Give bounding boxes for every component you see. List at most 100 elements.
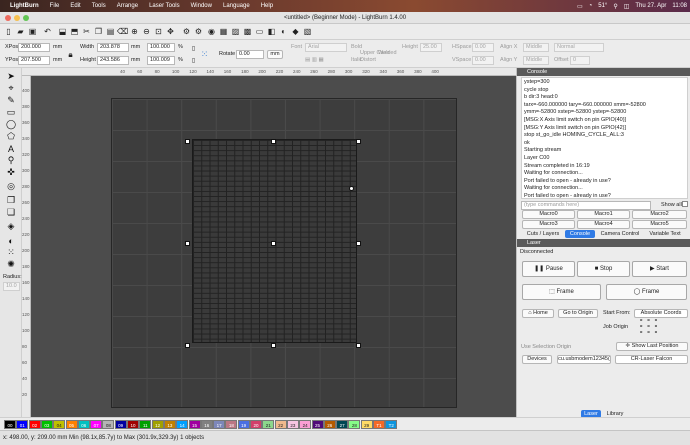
macro5-button[interactable]: Macro5 [632, 220, 687, 229]
alignx-select[interactable]: Middle [523, 43, 549, 52]
tab-cuts-layers[interactable]: Cuts / Layers [523, 230, 563, 238]
rotate-input[interactable]: 0.00 [236, 50, 264, 59]
search-icon[interactable]: ⚲ [613, 3, 617, 10]
weld-icon[interactable]: ◈ [5, 221, 17, 232]
show-all-checkbox[interactable] [682, 201, 688, 207]
wifi-icon[interactable]: ◔ [589, 3, 593, 9]
go-to-origin-button[interactable]: Go to Origin [558, 309, 598, 318]
boolean-icon[interactable]: ◐ [5, 235, 17, 246]
layer-color-swatch[interactable]: 12 [151, 420, 164, 429]
selection-handle-mr[interactable] [356, 241, 361, 246]
tab-console[interactable]: Console [565, 230, 595, 238]
zoom-window-icon[interactable] [23, 15, 29, 21]
layer-color-swatch[interactable]: 09 [114, 420, 127, 429]
layer-color-swatch[interactable]: 11 [139, 420, 152, 429]
device-settings-icon[interactable]: ⚙ [193, 26, 204, 37]
import-icon[interactable]: ⬓ [57, 26, 68, 37]
scale-height-input[interactable]: 100.009 [147, 56, 175, 65]
menu-window[interactable]: Window [191, 3, 212, 9]
menu-tools[interactable]: Tools [92, 3, 106, 9]
battery-icon[interactable]: ▭ [577, 3, 583, 10]
layer-color-swatch[interactable]: 17 [213, 420, 226, 429]
layer-color-swatch[interactable]: 07 [90, 420, 103, 429]
paste-icon[interactable]: ▤ [105, 26, 116, 37]
control-center-icon[interactable]: ◫ [624, 3, 630, 10]
ellipse-icon[interactable]: ◯ [5, 119, 17, 130]
offset-input[interactable]: 0 [570, 56, 590, 65]
devices-button[interactable]: Devices [522, 355, 552, 364]
layer-color-swatch[interactable]: 01 [16, 420, 29, 429]
aligny-select[interactable]: Middle [523, 56, 549, 65]
xpos-input[interactable]: 200.000 [18, 43, 50, 52]
layer-color-swatch[interactable]: 08 [102, 420, 115, 429]
macro1-button[interactable]: Macro1 [577, 210, 630, 219]
offset-shapes-icon[interactable]: ◎ [5, 181, 17, 192]
layer-color-swatch[interactable]: 16 [200, 420, 213, 429]
layer-color-swatch[interactable]: 04 [53, 420, 66, 429]
frame-button[interactable]: ⬚ Frame [522, 284, 601, 300]
macro2-button[interactable]: Macro2 [632, 210, 687, 219]
selection-handle-bc[interactable] [271, 343, 276, 348]
close-window-icon[interactable] [5, 15, 11, 21]
width-input[interactable]: 203.878 [97, 43, 129, 52]
layer-color-swatch[interactable]: 29 [360, 420, 373, 429]
vspace-input[interactable]: 0.00 [472, 56, 494, 65]
home-button[interactable]: ⌂ Home [522, 309, 554, 318]
lock-scale-icon[interactable]: ▯ [188, 43, 199, 54]
menu-language[interactable]: Language [223, 3, 250, 9]
radius-input[interactable]: 10.0 [3, 282, 20, 291]
rotate-unit-button[interactable]: mm [267, 50, 283, 59]
lock-aspect-icon[interactable]: 🔒︎ [65, 49, 76, 60]
settings-gear-icon[interactable]: ⚙ [181, 26, 192, 37]
layer-color-swatch[interactable]: 26 [323, 420, 336, 429]
dimension-icon[interactable]: ◆ [290, 26, 301, 37]
weather-temp[interactable]: 51° [598, 3, 607, 9]
delete-icon[interactable]: ⌫ [117, 26, 128, 37]
layer-color-swatch[interactable]: 18 [225, 420, 238, 429]
draw-lines-icon[interactable]: ✎ [5, 95, 17, 106]
job-origin-selector[interactable]: ∘∘∘ ∘∘∘ ∘∘∘ [639, 317, 661, 336]
pause-button[interactable]: ❚❚ Pause [522, 261, 575, 277]
selection-handle-center[interactable] [271, 241, 276, 246]
stop-button[interactable]: ■ Stop [577, 261, 630, 277]
export-icon[interactable]: ⬒ [69, 26, 80, 37]
selection-handle-tc[interactable] [271, 139, 276, 144]
position-laser-icon[interactable]: ⚲ [5, 155, 17, 166]
layer-color-swatch[interactable]: 19 [237, 420, 250, 429]
layer-color-swatch[interactable]: 13 [163, 420, 176, 429]
copy-icon[interactable]: ❐ [93, 26, 104, 37]
use-selection-origin-label[interactable]: Use Selection Origin [521, 344, 571, 350]
ypos-input[interactable]: 207.500 [18, 56, 50, 65]
height-input[interactable]: 243.586 [97, 56, 129, 65]
unlock-scale-icon[interactable]: ▯ [188, 55, 199, 66]
start-button[interactable]: ▶ Start [632, 261, 687, 277]
camera-icon[interactable]: ◉ [206, 26, 217, 37]
layer-color-swatch[interactable]: 15 [188, 420, 201, 429]
port-select[interactable]: cu.usbmodem12345( [557, 355, 611, 364]
cut-icon[interactable]: ✂ [81, 26, 92, 37]
layer-color-swatch[interactable]: 06 [77, 420, 90, 429]
rectangle-icon[interactable]: ▭ [5, 107, 17, 118]
select-arrow-icon[interactable]: ➤ [5, 71, 17, 82]
zoom-fit-icon[interactable]: ⊡ [153, 26, 164, 37]
layer-color-swatch[interactable]: 05 [65, 420, 78, 429]
menu-help[interactable]: Help [261, 3, 273, 9]
macro3-button[interactable]: Macro3 [522, 220, 575, 229]
array-icon[interactable]: ⁙ [5, 247, 17, 258]
date-text[interactable]: Thu 27. Apr [635, 3, 666, 9]
macro0-button[interactable]: Macro0 [522, 210, 575, 219]
frame-circle-button[interactable]: ◯ Frame [606, 284, 687, 300]
tab-camera-control[interactable]: Camera Control [597, 230, 643, 238]
trace-icon[interactable]: ▨ [230, 26, 241, 37]
menu-laser-tools[interactable]: Laser Tools [149, 3, 180, 9]
selection-handle-br[interactable] [356, 343, 361, 348]
macro4-button[interactable]: Macro4 [577, 220, 630, 229]
origin-selector-icon[interactable]: ⁙ [199, 49, 210, 60]
menu-app[interactable]: LightBurn [10, 3, 39, 9]
cut-shape-icon[interactable]: ◧ [266, 26, 277, 37]
new-file-icon[interactable]: ▯ [3, 26, 14, 37]
tab-variable-text[interactable]: Variable Text [645, 230, 685, 238]
layer-color-swatch[interactable]: 24 [299, 420, 312, 429]
layer-color-swatch[interactable]: 21 [262, 420, 275, 429]
monitor-icon[interactable]: ▭ [254, 26, 265, 37]
